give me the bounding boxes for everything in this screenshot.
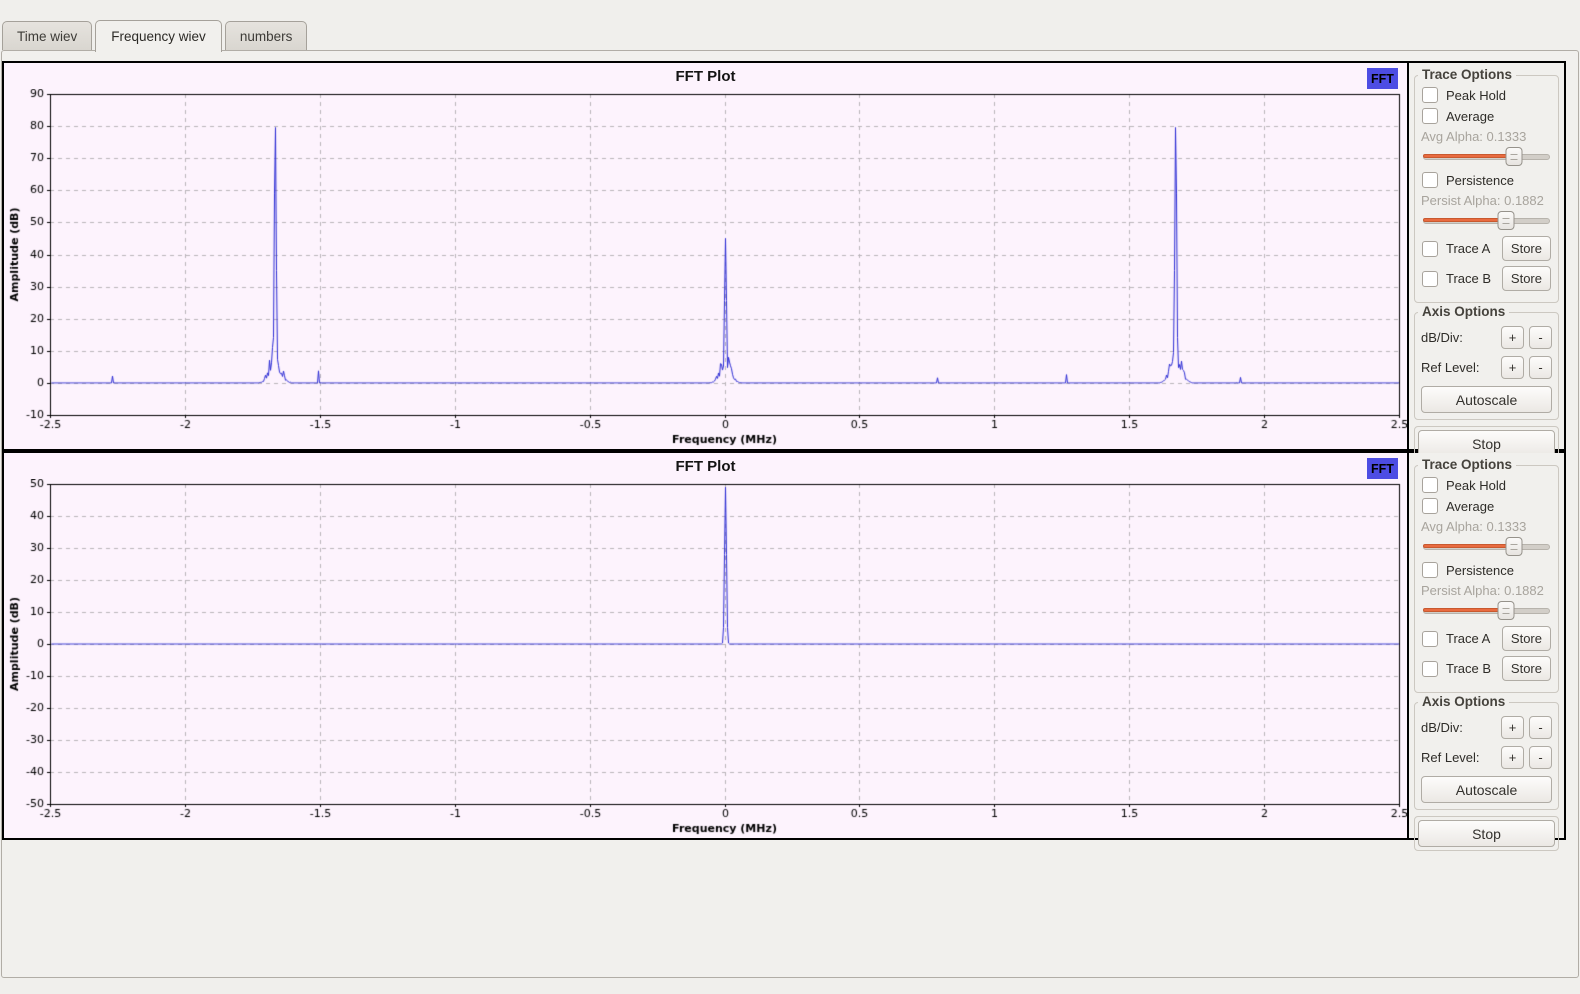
axis-options-group: Axis Options dB/Div: + - Ref Level: + - … bbox=[1414, 702, 1559, 810]
trace-a-row: Trace A Store bbox=[1422, 236, 1551, 261]
trace-options-group: Trace Options Peak Hold Average Avg Alph… bbox=[1414, 465, 1559, 693]
slider-fill bbox=[1423, 608, 1506, 612]
avg-alpha-slider[interactable] bbox=[1423, 147, 1550, 165]
db-div-plus-button[interactable]: + bbox=[1501, 716, 1524, 739]
tab-frequency-view[interactable]: Frequency wiev bbox=[95, 20, 222, 52]
persist-alpha-label: Persist Alpha: 0.1882 bbox=[1421, 583, 1552, 598]
options-panel-top: Trace Options Peak Hold Average Avg Alph… bbox=[1409, 63, 1564, 449]
trace-a-label: Trace A bbox=[1446, 241, 1490, 256]
persist-alpha-label: Persist Alpha: 0.1882 bbox=[1421, 193, 1552, 208]
db-div-label: dB/Div: bbox=[1421, 720, 1496, 735]
ref-level-plus-button[interactable]: + bbox=[1501, 356, 1524, 379]
options-panel-bottom: Trace Options Peak Hold Average Avg Alph… bbox=[1409, 453, 1564, 838]
trace-b-label: Trace B bbox=[1446, 661, 1491, 676]
tab-numbers[interactable]: numbers bbox=[225, 21, 308, 50]
trace-a-store-button[interactable]: Store bbox=[1502, 626, 1551, 651]
trace-options-title: Trace Options bbox=[1418, 67, 1516, 82]
persistence-row: Persistence bbox=[1422, 172, 1551, 188]
peak-hold-label: Peak Hold bbox=[1446, 478, 1506, 493]
slider-handle[interactable] bbox=[1506, 147, 1523, 166]
plot-title: FFT Plot bbox=[4, 453, 1407, 479]
tab-time-view[interactable]: Time wiev bbox=[2, 21, 92, 50]
trace-b-row: Trace B Store bbox=[1422, 656, 1551, 681]
persist-alpha-slider[interactable] bbox=[1423, 601, 1550, 619]
persistence-row: Persistence bbox=[1422, 562, 1551, 578]
slider-handle[interactable] bbox=[1497, 211, 1514, 230]
trace-b-checkbox[interactable] bbox=[1422, 661, 1438, 677]
ref-level-minus-button[interactable]: - bbox=[1529, 356, 1552, 379]
peak-hold-label: Peak Hold bbox=[1446, 88, 1506, 103]
persist-alpha-slider[interactable] bbox=[1423, 211, 1550, 229]
db-div-row: dB/Div: + - bbox=[1421, 716, 1552, 739]
peak-hold-checkbox[interactable] bbox=[1422, 87, 1438, 103]
fft-plot-region-bottom: FFT Plot FFT bbox=[4, 453, 1409, 838]
axis-options-group: Axis Options dB/Div: + - Ref Level: + - … bbox=[1414, 312, 1559, 420]
trace-a-store-button[interactable]: Store bbox=[1502, 236, 1551, 261]
trace-b-checkbox[interactable] bbox=[1422, 271, 1438, 287]
trace-options-group: Trace Options Peak Hold Average Avg Alph… bbox=[1414, 75, 1559, 303]
db-div-plus-button[interactable]: + bbox=[1501, 326, 1524, 349]
autoscale-button[interactable]: Autoscale bbox=[1421, 386, 1552, 413]
trace-a-checkbox[interactable] bbox=[1422, 631, 1438, 647]
db-div-label: dB/Div: bbox=[1421, 330, 1496, 345]
persistence-label: Persistence bbox=[1446, 173, 1514, 188]
average-label: Average bbox=[1446, 499, 1494, 514]
persistence-label: Persistence bbox=[1446, 563, 1514, 578]
trace-b-row: Trace B Store bbox=[1422, 266, 1551, 291]
axis-options-title: Axis Options bbox=[1418, 304, 1509, 319]
ref-level-label: Ref Level: bbox=[1421, 360, 1496, 375]
slider-fill bbox=[1423, 154, 1514, 158]
average-label: Average bbox=[1446, 109, 1494, 124]
avg-alpha-slider[interactable] bbox=[1423, 537, 1550, 555]
fft-badge: FFT bbox=[1367, 458, 1398, 479]
fft-sink-top: FFT Plot FFT Trace Options Peak Hold Ave… bbox=[2, 61, 1566, 451]
average-checkbox[interactable] bbox=[1422, 498, 1438, 514]
trace-b-store-button[interactable]: Store bbox=[1502, 656, 1551, 681]
persistence-checkbox[interactable] bbox=[1422, 562, 1438, 578]
db-div-minus-button[interactable]: - bbox=[1529, 326, 1552, 349]
slider-fill bbox=[1423, 218, 1506, 222]
ref-level-minus-button[interactable]: - bbox=[1529, 746, 1552, 769]
persistence-checkbox[interactable] bbox=[1422, 172, 1438, 188]
plot-title: FFT Plot bbox=[4, 63, 1407, 89]
tab-content-area: FFT Plot FFT Trace Options Peak Hold Ave… bbox=[1, 50, 1579, 978]
avg-alpha-label: Avg Alpha: 0.1333 bbox=[1421, 129, 1552, 144]
axis-options-title: Axis Options bbox=[1418, 694, 1509, 709]
tab-bar: Time wiev Frequency wiev numbers bbox=[0, 0, 1580, 50]
fft-badge: FFT bbox=[1367, 68, 1398, 89]
average-checkbox[interactable] bbox=[1422, 108, 1438, 124]
trace-a-checkbox[interactable] bbox=[1422, 241, 1438, 257]
avg-alpha-label: Avg Alpha: 0.1333 bbox=[1421, 519, 1552, 534]
ref-level-label: Ref Level: bbox=[1421, 750, 1496, 765]
slider-handle[interactable] bbox=[1497, 601, 1514, 620]
trace-b-label: Trace B bbox=[1446, 271, 1491, 286]
stop-button[interactable]: Stop bbox=[1418, 820, 1555, 847]
peak-hold-checkbox[interactable] bbox=[1422, 477, 1438, 493]
stop-box: Stop bbox=[1414, 816, 1559, 851]
trace-b-store-button[interactable]: Store bbox=[1502, 266, 1551, 291]
fft-plot-canvas-top[interactable] bbox=[4, 89, 1407, 449]
trace-a-label: Trace A bbox=[1446, 631, 1490, 646]
trace-a-row: Trace A Store bbox=[1422, 626, 1551, 651]
trace-options-title: Trace Options bbox=[1418, 457, 1516, 472]
peak-hold-row: Peak Hold bbox=[1422, 87, 1551, 103]
fft-plot-canvas-bottom[interactable] bbox=[4, 479, 1407, 838]
db-div-minus-button[interactable]: - bbox=[1529, 716, 1552, 739]
fft-sink-bottom: FFT Plot FFT Trace Options Peak Hold Ave… bbox=[2, 451, 1566, 840]
slider-fill bbox=[1423, 544, 1514, 548]
fft-plot-region-top: FFT Plot FFT bbox=[4, 63, 1409, 449]
slider-handle[interactable] bbox=[1506, 537, 1523, 556]
average-row: Average bbox=[1422, 108, 1551, 124]
average-row: Average bbox=[1422, 498, 1551, 514]
ref-level-row: Ref Level: + - bbox=[1421, 746, 1552, 769]
db-div-row: dB/Div: + - bbox=[1421, 326, 1552, 349]
peak-hold-row: Peak Hold bbox=[1422, 477, 1551, 493]
ref-level-plus-button[interactable]: + bbox=[1501, 746, 1524, 769]
ref-level-row: Ref Level: + - bbox=[1421, 356, 1552, 379]
autoscale-button[interactable]: Autoscale bbox=[1421, 776, 1552, 803]
